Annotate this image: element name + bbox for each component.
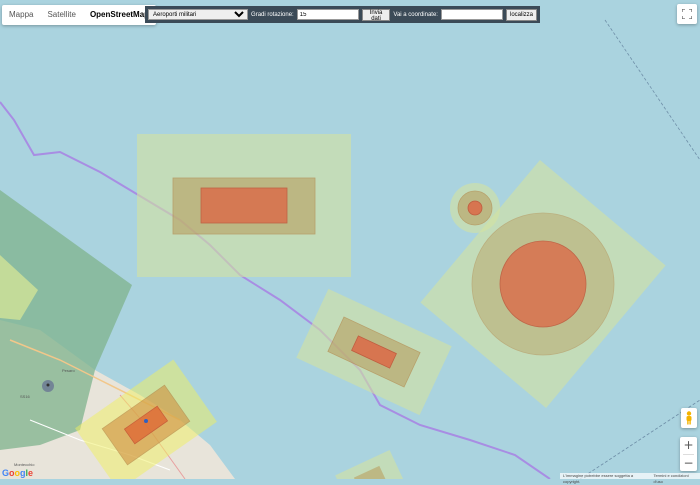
attribution-bar: L'immagine potrebbe essere soggetta a co… [560, 473, 700, 484]
map-canvas[interactable] [0, 0, 700, 479]
map-label-road: SS16 [20, 394, 30, 399]
map-marker-dot [46, 383, 50, 387]
send-data-button[interactable]: Invia dati [361, 8, 391, 22]
map-label-town: Pesaro [62, 368, 75, 373]
locate-button[interactable]: localizza [505, 8, 537, 21]
street-view-button[interactable] [681, 408, 697, 428]
zoom-control: + − [680, 437, 697, 471]
map-marker [144, 419, 148, 423]
zoom-out-button[interactable]: − [680, 455, 697, 472]
map-type-control: Mappa Satellite OpenStreetMap [2, 5, 157, 25]
pegman-icon [686, 411, 692, 425]
layer-select[interactable]: Aeroporti militari [148, 9, 249, 20]
zoom-in-button[interactable]: + [680, 437, 697, 454]
coords-label: Vai a coordinate: [393, 11, 438, 18]
map-label-place: Montecchio [14, 462, 35, 467]
tab-mappa[interactable]: Mappa [2, 5, 40, 25]
rotation-label: Gradi rotazione: [251, 11, 294, 18]
coords-input[interactable] [440, 9, 503, 20]
rotation-input[interactable] [296, 9, 359, 20]
google-logo: Google [2, 468, 34, 478]
fullscreen-button[interactable] [677, 4, 697, 24]
copyright-disclaimer: L'immagine potrebbe essere soggetta a co… [563, 473, 634, 484]
fullscreen-icon [682, 9, 692, 19]
airport-zone-a [137, 134, 351, 277]
tab-satellite[interactable]: Satellite [40, 5, 82, 25]
terms-link[interactable]: Termini e condizioni d'uso [653, 473, 697, 484]
control-toolbar: Aeroporti militari Gradi rotazione: Invi… [145, 6, 540, 23]
